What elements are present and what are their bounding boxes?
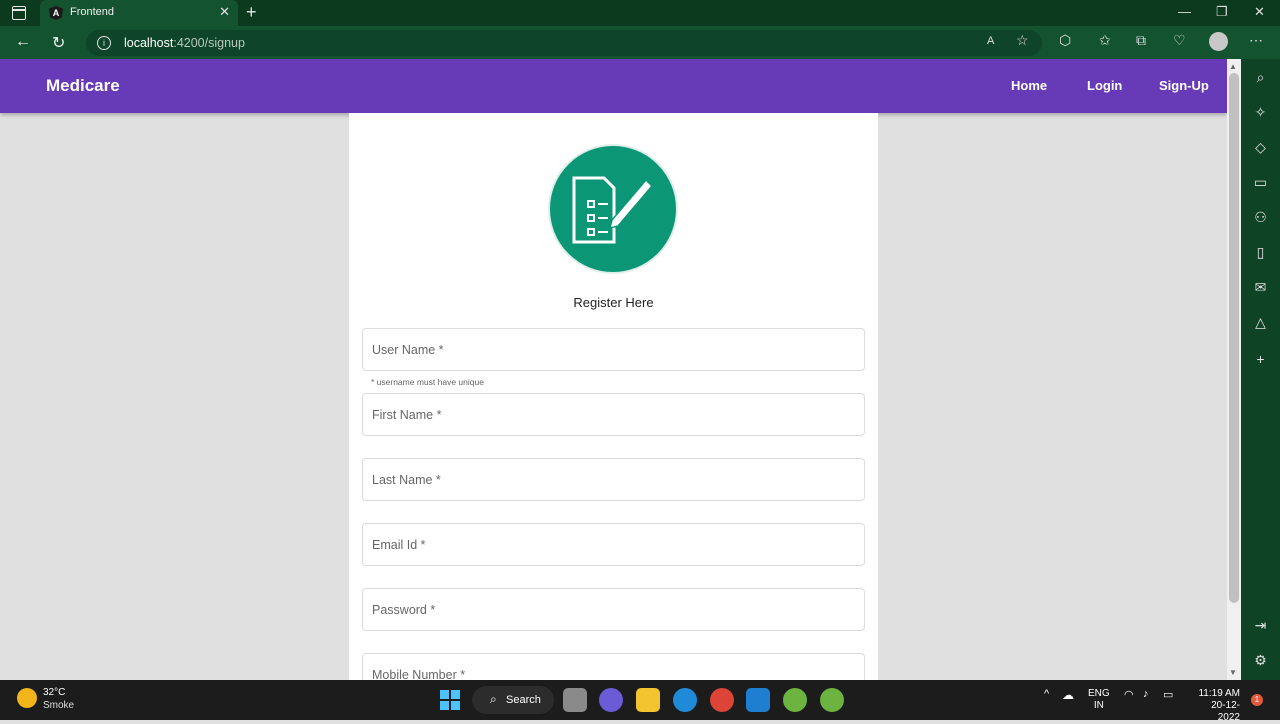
- browser-tab[interactable]: A Frontend ✕: [40, 0, 238, 26]
- search-icon: ⌕: [490, 692, 497, 706]
- url-text: localhost:4200/signup: [124, 36, 245, 50]
- clock-date: 20-12-2022: [1211, 700, 1240, 723]
- read-aloud-icon[interactable]: A: [987, 35, 994, 47]
- extensions-icon[interactable]: ⬡: [1059, 32, 1071, 49]
- system-clock[interactable]: 11:19 AM 20-12-2022: [1190, 688, 1240, 724]
- username-label: User Name *: [372, 343, 444, 357]
- signup-card: Register Here User Name * * username mus…: [349, 113, 878, 680]
- maximize-icon[interactable]: ❐: [1216, 4, 1228, 20]
- weather-description[interactable]: Smoke: [43, 700, 74, 711]
- app-navbar: Medicare Home Login Sign-Up: [0, 59, 1227, 113]
- firstname-field[interactable]: First Name *: [362, 393, 865, 436]
- spring-tool-suite-2-icon[interactable]: [820, 688, 844, 712]
- search-label: Search: [506, 694, 541, 706]
- sidebar-settings-icon[interactable]: ⚙: [1241, 652, 1280, 669]
- email-field[interactable]: Email Id *: [362, 523, 865, 566]
- start-menu-icon[interactable]: [440, 690, 460, 710]
- tab-title: Frontend: [70, 6, 115, 18]
- onedrive-icon[interactable]: ☁: [1062, 688, 1074, 702]
- taskbar-search-button[interactable]: ⌕ Search: [472, 686, 554, 714]
- brand-logo[interactable]: Medicare: [46, 76, 120, 96]
- sidebar-shopping-icon[interactable]: ◇: [1241, 139, 1280, 156]
- minimize-icon[interactable]: —: [1178, 4, 1191, 19]
- sidebar-tools-icon[interactable]: ▭: [1241, 174, 1280, 191]
- register-heading: Register Here: [573, 295, 654, 310]
- windows-taskbar: 32°C Smoke ⌕ Search ^ ☁ ENG IN ◠ ♪ ▭ 11:…: [0, 680, 1280, 723]
- nav-login-link[interactable]: Login: [1087, 78, 1122, 93]
- add-favorite-icon[interactable]: ☆: [1016, 32, 1029, 49]
- browser-tab-strip: A Frontend ✕ + — ❐ ✕: [0, 0, 1280, 26]
- angular-favicon-icon: A: [49, 6, 63, 20]
- back-icon[interactable]: ←: [15, 33, 31, 51]
- mobile-field[interactable]: Mobile Number *: [362, 653, 865, 680]
- sidebar-games-icon[interactable]: ⚇: [1241, 209, 1280, 226]
- notification-badge[interactable]: 1: [1251, 694, 1263, 706]
- lastname-field[interactable]: Last Name *: [362, 458, 865, 501]
- file-explorer-icon[interactable]: [636, 688, 660, 712]
- site-info-icon[interactable]: i: [97, 36, 111, 50]
- task-view-icon[interactable]: [563, 688, 587, 712]
- refresh-icon[interactable]: ↻: [52, 33, 65, 53]
- tray-overflow-icon[interactable]: ^: [1044, 688, 1049, 700]
- address-bar-row: ← ↻ i localhost:4200/signup A ☆ ⬡ ✩ ⧉ ♡ …: [0, 26, 1280, 59]
- sidebar-hide-icon[interactable]: ⇥: [1241, 617, 1280, 634]
- close-window-icon[interactable]: ✕: [1254, 4, 1265, 20]
- lang-code: ENG: [1088, 688, 1110, 699]
- sidebar-search-icon[interactable]: ⌕: [1241, 69, 1280, 86]
- battery-icon[interactable]: ▭: [1163, 688, 1173, 701]
- edge-sidebar: ⌕ ✧ ◇ ▭ ⚇ ▯ ✉ △ + ⇥ ⚙: [1241, 59, 1280, 680]
- firstname-label: First Name *: [372, 408, 442, 422]
- weather-temperature[interactable]: 32°C: [43, 687, 65, 698]
- sidebar-outlook-icon[interactable]: ✉: [1241, 279, 1280, 296]
- email-label: Email Id *: [372, 538, 426, 552]
- scrollbar-thumb[interactable]: [1229, 73, 1239, 603]
- weather-smoke-icon[interactable]: [17, 688, 37, 708]
- sidebar-drop-icon[interactable]: △: [1241, 314, 1280, 331]
- tab-close-icon[interactable]: ✕: [219, 4, 230, 20]
- chrome-browser-icon[interactable]: [710, 688, 734, 712]
- clock-time: 11:19 AM: [1198, 688, 1240, 699]
- password-field[interactable]: Password *: [362, 588, 865, 631]
- lang-region: IN: [1093, 700, 1104, 711]
- browser-essentials-icon[interactable]: ♡: [1173, 32, 1186, 49]
- lastname-label: Last Name *: [372, 473, 441, 487]
- volume-icon[interactable]: ♪: [1143, 688, 1149, 700]
- scroll-down-icon[interactable]: ▼: [1229, 668, 1237, 677]
- username-hint: * username must have unique: [371, 377, 484, 387]
- edge-browser-icon[interactable]: [673, 688, 697, 712]
- collections-icon[interactable]: ⧉: [1136, 32, 1146, 49]
- favorites-icon[interactable]: ✩: [1099, 32, 1111, 49]
- spring-tool-suite-icon[interactable]: [783, 688, 807, 712]
- mobile-label: Mobile Number *: [372, 668, 466, 680]
- web-page: Medicare Home Login Sign-Up Register Her…: [0, 59, 1227, 680]
- password-label: Password *: [372, 603, 436, 617]
- profile-avatar[interactable]: [1209, 32, 1228, 51]
- register-form-icon: [548, 144, 678, 274]
- scroll-up-icon[interactable]: ▲: [1229, 62, 1237, 71]
- nav-home-link[interactable]: Home: [1011, 78, 1047, 93]
- new-tab-icon[interactable]: +: [246, 2, 257, 23]
- nav-signup-link[interactable]: Sign-Up: [1159, 78, 1209, 93]
- more-menu-icon[interactable]: ⋯: [1249, 32, 1263, 49]
- teams-chat-icon[interactable]: [599, 688, 623, 712]
- vscode-icon[interactable]: [746, 688, 770, 712]
- sidebar-add-icon[interactable]: +: [1241, 351, 1280, 367]
- sidebar-copilot-icon[interactable]: ✧: [1241, 104, 1280, 121]
- url-input[interactable]: i localhost:4200/signup: [86, 30, 1042, 56]
- input-language[interactable]: ENG IN: [1088, 688, 1110, 712]
- wifi-icon[interactable]: ◠: [1124, 688, 1134, 701]
- username-field[interactable]: User Name *: [362, 328, 865, 371]
- tab-actions-icon[interactable]: [12, 6, 26, 20]
- sidebar-office-icon[interactable]: ▯: [1241, 244, 1280, 261]
